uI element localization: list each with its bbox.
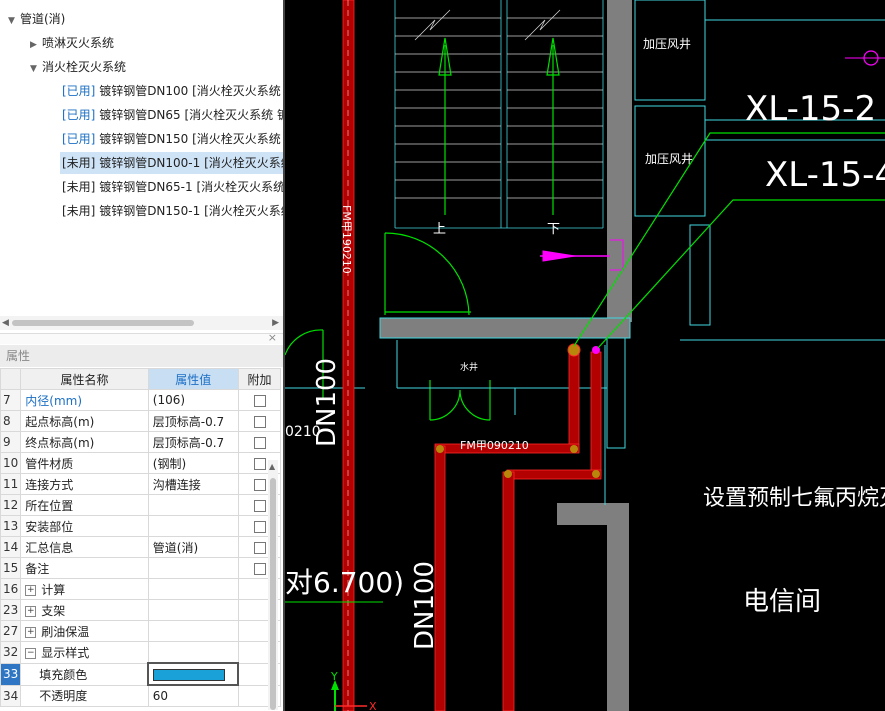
extra-checkbox[interactable] (253, 541, 266, 554)
table-row[interactable]: 33 填充颜色 (0, 662, 282, 686)
wall-lower-vertical (607, 503, 629, 711)
table-row-group[interactable]: 27 + 刷油保温 (0, 620, 282, 642)
panel-splitter[interactable]: × (0, 331, 283, 344)
table-row-group[interactable]: 32 − 显示样式 (0, 641, 282, 664)
scroll-right-icon[interactable]: ▶ (272, 316, 279, 330)
tree-node-root[interactable]: ▼ 管道(消) (8, 8, 65, 30)
partial-label: 0210 (285, 424, 321, 440)
extra-checkbox[interactable] (253, 499, 266, 512)
axis-y-label: Y (330, 670, 338, 683)
collapse-arrow-icon[interactable]: ▶ (30, 34, 42, 56)
header-extra: 附加 (237, 368, 282, 390)
pipe-joint (592, 470, 600, 478)
extra-checkbox[interactable] (253, 457, 266, 470)
fire-damper-label-2: FM甲090210 (460, 439, 529, 452)
scroll-left-icon[interactable]: ◀ (2, 316, 9, 330)
properties-grid: 属性名称 属性值 附加 7 内径(mm) (106) 8 起点标高(m) 层顶标… (0, 368, 282, 707)
pipe-size-label-2: DN100 (410, 561, 440, 650)
table-row[interactable]: 12 所在位置 (0, 494, 282, 516)
expand-arrow-icon[interactable]: ▼ (8, 10, 20, 32)
tree-item-dn65[interactable]: [已用] 镀锌钢管DN65 [消火栓灭火系统 镀 (62, 104, 285, 126)
table-row[interactable]: 7 内径(mm) (106) (0, 389, 282, 411)
tree-horizontal-scrollbar[interactable]: ◀ ▶ (0, 316, 283, 330)
extra-checkbox[interactable] (253, 562, 266, 575)
table-row[interactable]: 13 安装部位 (0, 515, 282, 537)
properties-title: 属性 (0, 345, 283, 367)
properties-vertical-scrollbar[interactable]: ▲ (268, 460, 278, 710)
tree-item-dn150-1[interactable]: [未用] 镀锌钢管DN150-1 [消火栓灭火系统 (62, 200, 285, 222)
wall-horizontal (379, 317, 631, 339)
expand-plus-icon[interactable]: + (25, 626, 37, 638)
expand-plus-icon[interactable]: + (25, 584, 37, 596)
extra-checkbox[interactable] (253, 415, 266, 428)
room-label-telecom: 电信间 (743, 587, 821, 617)
table-row[interactable]: 15 备注 (0, 557, 282, 579)
tree-item-dn100-1[interactable]: [未用] 镀锌钢管DN100-1 [消火栓灭火系统 (60, 152, 285, 174)
table-row-group[interactable]: 23 + 支架 (0, 599, 282, 621)
tree-item-dn65-1[interactable]: [未用] 镀锌钢管DN65-1 [消火栓灭火系统 (62, 176, 285, 198)
table-row[interactable]: 9 终点标高(m) 层顶标高-0.7 (0, 431, 282, 453)
fill-color-swatch[interactable] (153, 668, 226, 681)
grid-header: 属性名称 属性值 附加 (0, 368, 282, 390)
extra-checkbox[interactable] (253, 478, 266, 491)
stair-up-label: 上 (433, 222, 446, 237)
tree-item-dn150[interactable]: [已用] 镀锌钢管DN150 [消火栓灭火系统 (62, 128, 281, 150)
system-note: 设置预制七氟丙烷灭火系 (703, 486, 885, 511)
pipe-joint (436, 445, 444, 453)
riser-label-xl-15-4: XL-15-4 (765, 155, 885, 195)
left-panel: ▼ 管道(消) ▶ 喷淋灭火系统 ▼ 消火栓灭火系统 [已用] 镀锌钢管DN100 [… (0, 0, 285, 711)
close-icon[interactable]: × (268, 331, 277, 344)
elevation-label: 对6.700) (285, 566, 404, 599)
extra-checkbox[interactable] (253, 436, 266, 449)
collapse-minus-icon[interactable]: − (25, 647, 37, 659)
table-row[interactable]: 34 不透明度 60 (0, 684, 282, 707)
extra-checkbox[interactable] (253, 520, 266, 533)
table-row-group[interactable]: 16 + 计算 (0, 578, 282, 600)
table-row[interactable]: 8 起点标高(m) 层顶标高-0.7 (0, 410, 282, 432)
table-row[interactable]: 11 连接方式 沟槽连接 (0, 473, 282, 495)
scrollbar-thumb[interactable] (270, 478, 276, 710)
tree-node-hydrant[interactable]: ▼ 消火栓灭火系统 (30, 56, 126, 78)
pipe-tree: ▼ 管道(消) ▶ 喷淋灭火系统 ▼ 消火栓灭火系统 [已用] 镀锌钢管DN100 [… (0, 0, 285, 316)
cad-canvas[interactable]: 上 下 加压风井 加压风井 水井 XL-15-2 XL-15-4 FM甲1902… (285, 0, 885, 711)
tree-item-dn100[interactable]: [已用] 镀锌钢管DN100 [消火栓灭火系统 (62, 80, 281, 102)
axis-x-label: X (369, 700, 377, 711)
header-name: 属性名称 (20, 368, 149, 390)
fan-shaft-label-1: 加压风井 (643, 37, 691, 51)
scrollbar-thumb[interactable] (12, 320, 194, 326)
pipe-joint (570, 445, 578, 453)
fire-damper-label: FM甲190210 (340, 205, 353, 274)
tree-node-sprinkler[interactable]: ▶ 喷淋灭火系统 (30, 32, 114, 54)
pipe-joint (504, 470, 512, 478)
water-shaft-label: 水井 (460, 361, 478, 373)
stair-down-label: 下 (547, 222, 560, 237)
header-value: 属性值 (147, 368, 239, 390)
riser-label-xl-15-2: XL-15-2 (745, 89, 876, 129)
table-row[interactable]: 10 管件材质 (钢制) (0, 452, 282, 474)
scroll-up-icon[interactable]: ▲ (269, 462, 275, 471)
extra-checkbox[interactable] (253, 394, 266, 407)
expand-arrow-icon[interactable]: ▼ (30, 58, 42, 80)
table-row[interactable]: 14 汇总信息 管道(消) (0, 536, 282, 558)
fan-shaft-label-2: 加压风井 (645, 152, 693, 166)
expand-plus-icon[interactable]: + (25, 605, 37, 617)
